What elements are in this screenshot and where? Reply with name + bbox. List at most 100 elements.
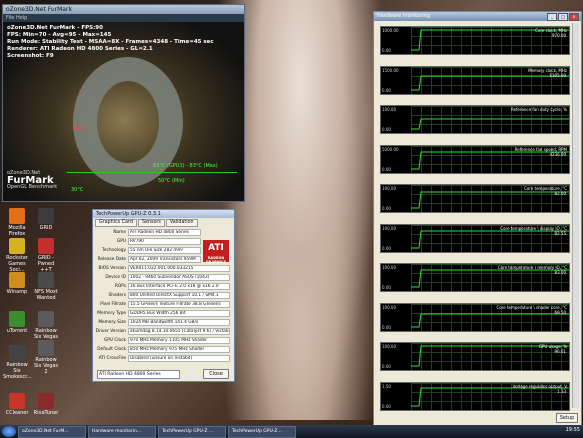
desktop-icon[interactable]: Rockstar Games Soci... bbox=[3, 238, 31, 273]
desktop-icon[interactable]: GRID - Pwned ++T bbox=[32, 238, 60, 273]
gpuz-row: ROPs 16 Bus Interface PCI-E 2.0 x16 @ x16… bbox=[95, 283, 230, 290]
graph-ymax: 1.50 bbox=[382, 383, 391, 389]
maximize-icon[interactable]: □ bbox=[558, 13, 568, 21]
stats-line: Screenshot: F9 bbox=[7, 53, 54, 59]
graph-current-value: 83.00 bbox=[554, 270, 566, 275]
desktop-icon-label: Mozilla Firefox bbox=[8, 225, 26, 237]
stats-line: oZone3D.Net FurMark - FPS:90 bbox=[7, 25, 103, 31]
gpuz-row-label: Release Date bbox=[97, 257, 126, 262]
gpuz-row: GPU Clock 970 MHz Memory 1105 MHz Shader bbox=[95, 337, 230, 344]
graph-current-value: 970.00 bbox=[552, 33, 566, 38]
tab-graphics-card[interactable]: Graphics Card bbox=[95, 219, 137, 227]
tab-sensors[interactable]: Sensors bbox=[137, 219, 165, 227]
gpuz-row: Device ID 1002 - 9460 Subvendor ASUS (104… bbox=[95, 274, 230, 281]
gpuz-row-label: Shaders bbox=[108, 293, 126, 298]
graph-ymax: 100.00 bbox=[382, 304, 396, 310]
gpuz-row: ATI CrossFire Disabled (unsure on Vista64… bbox=[95, 355, 230, 362]
desktop-icon[interactable]: NFS Most Wanted bbox=[32, 272, 60, 301]
desktop-icon[interactable]: Rainbow Six Smokescr... bbox=[3, 345, 32, 380]
stats-line: Renderer: ATI Radeon HD 4800 Series - GL… bbox=[7, 46, 153, 52]
start-button[interactable] bbox=[2, 426, 16, 437]
tab-validation[interactable]: Validation bbox=[165, 219, 198, 227]
scrollbar[interactable] bbox=[572, 23, 579, 408]
graph-series-line bbox=[411, 191, 569, 209]
graph-ymin: 0.00 bbox=[382, 87, 391, 93]
graph-ymax: 100.00 bbox=[382, 186, 396, 191]
app-icon bbox=[38, 272, 54, 288]
gpuz-row: Pixel Fillrate 15.5 GPixel/s Texture Fill… bbox=[95, 301, 230, 308]
app-icon bbox=[9, 311, 25, 327]
ati-logo-sub: RADEON GRAPHICS bbox=[205, 256, 227, 264]
gpuz-row-value: VER011.022.001.000.033215 bbox=[128, 265, 230, 272]
gpuz-row: Release Date Apr 02, 2009 Transistors 959… bbox=[95, 256, 201, 263]
taskbar-item[interactable]: TechPowerUp GPU-Z... bbox=[228, 425, 296, 438]
monitor-graph: 1500.00 0.00 Memory clock, MHz 1105.00 bbox=[380, 65, 570, 95]
desktop-icon[interactable]: RivaTuner bbox=[32, 393, 60, 416]
app-icon bbox=[9, 393, 25, 409]
app-icon bbox=[9, 208, 25, 224]
graph-ymin: 0.00 bbox=[382, 245, 391, 251]
graph-ymax: 1000.00 bbox=[382, 28, 399, 33]
furmark-menubar[interactable]: File Help bbox=[3, 14, 244, 22]
gpuz-row-label: Driver Version bbox=[95, 329, 126, 334]
desktop-icon[interactable]: uTorrent bbox=[3, 311, 31, 334]
stats-line: FPS: Min=70 - Avg=95 - Max=145 bbox=[7, 32, 112, 38]
graph-ymin: 0.00 bbox=[382, 48, 391, 53]
furmark-window[interactable]: oZone3D.Net FurMark File Help oZone3D.Ne… bbox=[2, 4, 245, 202]
graph-ymin: 0.00 bbox=[382, 324, 391, 330]
setup-button[interactable]: Setup bbox=[556, 413, 578, 423]
taskbar-item[interactable]: oZone3D.Net FurM... bbox=[18, 425, 86, 438]
graph-ymax: 100.00 bbox=[382, 107, 396, 112]
graph-current-value: 82.55 bbox=[554, 230, 566, 236]
desktop-icon-label: GRID - Pwned ++T bbox=[37, 255, 55, 273]
desktop-icon-label: Winamp bbox=[6, 289, 28, 295]
desktop-icon[interactable]: CCleaner bbox=[3, 393, 31, 416]
hardware-monitor-window[interactable]: Hardware monitoring _ □ × 1000.00 0.00 Cor… bbox=[373, 11, 582, 428]
gpuz-row-value: GDDR5 Bus Width 256 Bit bbox=[128, 310, 230, 317]
graph-ymax: 100.00 bbox=[382, 225, 396, 231]
desktop-icon[interactable]: Winamp bbox=[3, 272, 31, 295]
taskbar-item[interactable]: TechPowerUp GPU-Z ... bbox=[158, 425, 226, 438]
gpuz-row: Default Clock 850 MHz Memory 975 MHz Shad… bbox=[95, 346, 230, 353]
gpuz-row-label: Default Clock bbox=[97, 347, 126, 352]
temp-min-label: 50°C (Min) bbox=[158, 178, 185, 184]
gpuz-row: Technology 55 nm Die Size 282 mm² bbox=[95, 247, 201, 254]
app-icon bbox=[38, 311, 54, 327]
close-button[interactable]: Close bbox=[203, 369, 229, 379]
desktop-icon[interactable]: GRID bbox=[32, 208, 60, 231]
app-icon bbox=[38, 208, 54, 224]
desktop-icon[interactable]: Rainbow Six Vegas 2 bbox=[32, 340, 60, 375]
gpuz-row-label: Technology bbox=[101, 248, 126, 253]
gpuz-row-label: GPU bbox=[116, 239, 126, 244]
close-icon[interactable]: × bbox=[569, 13, 579, 21]
gpuz-window[interactable]: TechPowerUp GPU-Z 0.3.1 Graphics Card Se… bbox=[92, 209, 235, 382]
taskbar-item[interactable]: Hardware monitorin... bbox=[88, 425, 156, 438]
gpuz-row-value: 800 Unified DirectX Support 10.1 / SM4.1 bbox=[128, 292, 230, 299]
gpuz-row-label: ATI CrossFire bbox=[98, 356, 126, 361]
graph-series-line bbox=[411, 313, 569, 327]
graph-current-value: 1105.00 bbox=[549, 72, 566, 78]
desktop-icon[interactable]: Mozilla Firefox bbox=[3, 208, 31, 237]
app-icon bbox=[9, 272, 25, 288]
gpu-select[interactable]: ATI Radeon HD 4800 Series bbox=[97, 370, 180, 379]
monitor-graph: 100.00 0.00 Core temperature \ display IO,… bbox=[380, 223, 570, 253]
gpuz-row-label: Memory Size bbox=[98, 320, 126, 325]
minimize-icon[interactable]: _ bbox=[547, 13, 557, 21]
gpuz-row-value: Disabled (unsure on Vista64) bbox=[128, 355, 230, 362]
gpuz-titlebar[interactable]: TechPowerUp GPU-Z 0.3.1 bbox=[93, 210, 234, 218]
gpuz-row-value: 850 MHz Memory 975 MHz Shader bbox=[128, 346, 230, 353]
furmark-titlebar[interactable]: oZone3D.Net FurMark bbox=[3, 5, 244, 14]
graph-ymin: 0.00 bbox=[382, 285, 391, 290]
stats-line: Run Mode: Stability Test - MSAA=8X - Fra… bbox=[7, 39, 214, 45]
gpuz-row-label: BIOS Version bbox=[98, 266, 127, 271]
graph-series-line bbox=[411, 75, 569, 90]
gpuz-row-value: 55 nm Die Size 282 mm² bbox=[128, 247, 201, 254]
logo-big-text: FurMark bbox=[7, 175, 54, 186]
monitor-graph: 5000.00 0.00 Reference fan speed, RPM 4236.… bbox=[380, 144, 570, 174]
furmark-render-view: oZone3D.Net FurMark - FPS:90 FPS: Min=70… bbox=[3, 22, 244, 201]
hw-title: Hardware monitoring bbox=[377, 13, 431, 19]
gpuz-row-label: Memory Type bbox=[97, 311, 126, 316]
graph-title: Reference fan duty cycle, % bbox=[510, 107, 567, 112]
app-icon bbox=[38, 340, 54, 356]
furmark-logo: oZone3D.Net FurMark OpenGL Benchmark bbox=[7, 170, 57, 191]
